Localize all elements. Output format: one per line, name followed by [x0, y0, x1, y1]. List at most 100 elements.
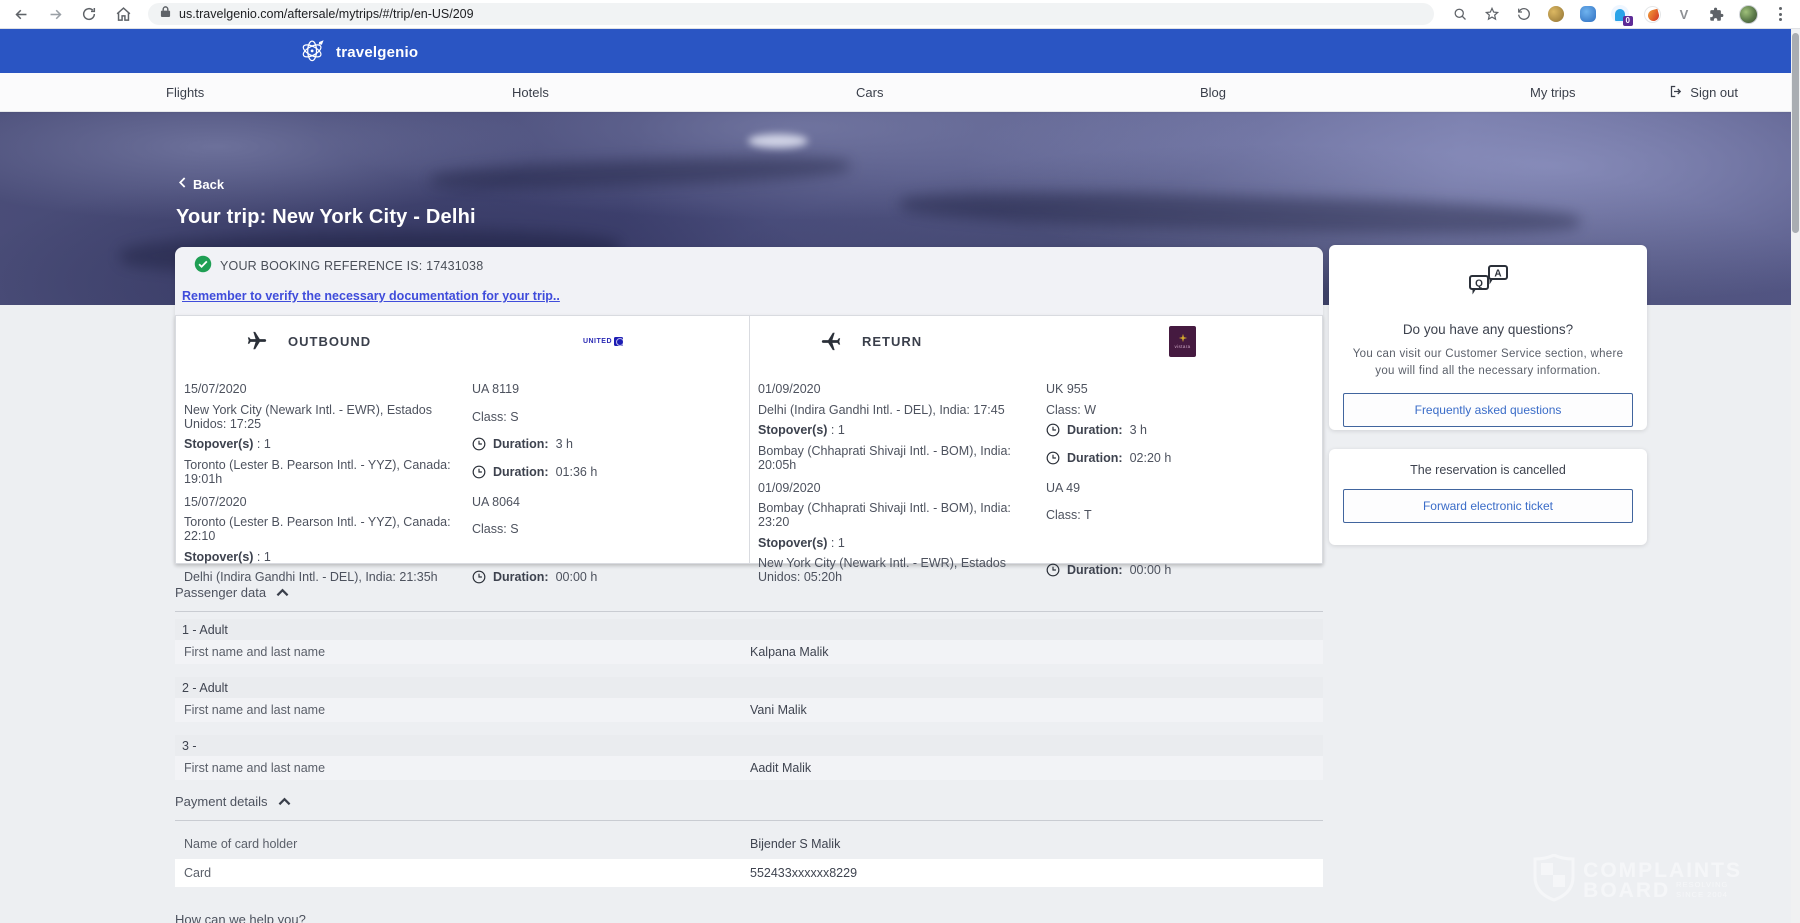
nav-flights[interactable]: Flights — [166, 73, 204, 112]
extension-ghost-icon[interactable]: 0 — [1608, 3, 1632, 25]
cabin-class: Class: S — [472, 410, 741, 424]
stopovers: Stopover(s) : 1 — [184, 550, 472, 564]
outbound-segment-1: 15/07/2020UA 8119 New York City (Newark … — [184, 382, 741, 486]
brand-name: travelgenio — [336, 44, 418, 61]
help-section: How can we help you? — [175, 912, 1323, 923]
extension-yellow-icon[interactable] — [1544, 3, 1568, 25]
back-label: Back — [193, 177, 224, 192]
duration-leg: Duration:02:20 h — [1046, 451, 1314, 465]
stopovers: Stopover(s) : 1 — [758, 423, 1046, 437]
sign-out-label: Sign out — [1690, 85, 1738, 100]
extension-rocket-icon[interactable] — [1640, 3, 1664, 25]
help-toggle[interactable]: How can we help you? — [175, 912, 1323, 923]
plane-right-icon — [246, 330, 268, 352]
sign-out-icon — [1669, 84, 1684, 102]
passenger-name-label: First name and last name — [184, 703, 750, 717]
vistara-airlines-logo: vistara — [1169, 326, 1196, 357]
history-extension-icon[interactable] — [1512, 3, 1536, 25]
card-number-row: Card 552433xxxxxx8229 — [175, 859, 1323, 887]
passenger-number: 1 - Adult — [175, 619, 1323, 640]
duration-leg: Duration:01:36 h — [472, 465, 741, 479]
scrollbar[interactable] — [1791, 29, 1800, 923]
stopovers: Stopover(s) : 1 — [184, 437, 472, 451]
browser-refresh-icon[interactable] — [76, 3, 102, 25]
extensions-puzzle-icon[interactable] — [1704, 3, 1728, 25]
https-lock-icon[interactable] — [160, 5, 171, 23]
browser-forward-icon[interactable] — [42, 3, 68, 25]
browser-home-icon[interactable] — [110, 3, 136, 25]
flight-number: UA 8119 — [472, 382, 741, 396]
passenger-name-label: First name and last name — [184, 761, 750, 775]
section-title: How can we help you? — [175, 912, 306, 923]
browser-menu-icon[interactable] — [1768, 3, 1792, 25]
zoom-icon[interactable] — [1448, 3, 1472, 25]
payment-details-toggle[interactable]: Payment details — [175, 794, 1323, 809]
card-holder-label: Name of card holder — [184, 837, 750, 851]
outbound-card: OUTBOUND UNITED 15/07/2020UA 8119 New Yo… — [175, 315, 749, 564]
check-circle-icon — [194, 255, 212, 278]
back-button[interactable]: Back — [178, 176, 224, 192]
card-number-label: Card — [184, 866, 750, 880]
qa-bubbles-icon: Q A — [1464, 292, 1512, 309]
departure-info: New York City (Newark Intl. - EWR), Esta… — [184, 403, 472, 431]
clock-icon — [1046, 423, 1060, 437]
sign-out-button[interactable]: Sign out — [1669, 73, 1738, 112]
segment-date: 15/07/2020 — [184, 382, 472, 396]
arrival-info: Delhi (Indira Gandhi Intl. - DEL), India… — [184, 570, 472, 584]
passenger-name-value: Vani Malik — [750, 703, 807, 717]
return-header: RETURN vistara — [758, 330, 1314, 352]
nav-my-trips[interactable]: My trips — [1530, 73, 1576, 112]
watermark-line1: COMPLAINTS — [1583, 861, 1742, 881]
cabin-class: Class: S — [472, 522, 741, 536]
departure-info: Toronto (Lester B. Pearson Intl. - YYZ),… — [184, 515, 472, 543]
extension-bug-icon[interactable] — [1576, 3, 1600, 25]
scrollbar-thumb[interactable] — [1792, 33, 1799, 233]
segment-date: 01/09/2020 — [758, 382, 1046, 396]
return-segment-2: 01/09/2020UA 49 Bombay (Chhaprati Shivaj… — [758, 481, 1314, 585]
forward-ticket-button[interactable]: Forward electronic ticket — [1343, 489, 1633, 523]
card-holder-value: Bijender S Malik — [750, 837, 840, 851]
united-airlines-logo: UNITED — [583, 337, 623, 346]
clock-icon — [472, 570, 486, 584]
extension-badge: 0 — [1623, 16, 1633, 26]
profile-avatar[interactable] — [1736, 3, 1760, 25]
clock-icon — [472, 437, 486, 451]
browser-back-icon[interactable] — [8, 3, 34, 25]
return-label: RETURN — [862, 334, 922, 349]
questions-panel: Q A Do you have any questions? You can v… — [1329, 245, 1647, 430]
questions-title: Do you have any questions? — [1329, 322, 1647, 337]
main-nav: Flights Hotels Cars Blog My trips Sign o… — [0, 73, 1800, 112]
url-bar[interactable]: us.travelgenio.com/aftersale/mytrips/#/t… — [148, 3, 1434, 25]
departure-info: Delhi (Indira Gandhi Intl. - DEL), India… — [758, 403, 1046, 417]
bookmark-star-icon[interactable] — [1480, 3, 1504, 25]
cabin-class: Class: T — [1046, 508, 1314, 522]
passenger-data-toggle[interactable]: Passenger data — [175, 585, 1323, 600]
nav-blog[interactable]: Blog — [1200, 73, 1226, 112]
passenger-data-section: Passenger data 1 - Adult First name and … — [175, 585, 1323, 780]
chevron-up-icon — [276, 585, 289, 600]
arrival-info: New York City (Newark Intl. - EWR), Esta… — [758, 556, 1046, 584]
segment-date: 01/09/2020 — [758, 481, 1046, 495]
passenger-name-label: First name and last name — [184, 645, 750, 659]
flight-number: UA 49 — [1046, 481, 1314, 495]
documentation-link[interactable]: Remember to verify the necessary documen… — [182, 289, 560, 303]
outbound-label: OUTBOUND — [288, 334, 371, 349]
extension-v-icon[interactable]: V — [1672, 3, 1696, 25]
clock-icon — [1046, 563, 1060, 577]
section-title: Payment details — [175, 794, 268, 809]
payment-details-section: Payment details Name of card holder Bije… — [175, 794, 1323, 887]
nav-hotels[interactable]: Hotels — [512, 73, 549, 112]
watermark-line2: BOARD — [1583, 881, 1670, 901]
travelgenio-logo[interactable]: travelgenio — [298, 35, 418, 70]
url-text: us.travelgenio.com/aftersale/mytrips/#/t… — [179, 7, 474, 21]
nav-cars[interactable]: Cars — [856, 73, 883, 112]
duration-total: Duration:3 h — [472, 437, 741, 451]
svg-text:Q: Q — [1475, 279, 1483, 290]
watermark-sub1: RESOLVING — [1676, 881, 1728, 891]
watermark-sub2: SINCE 2004 — [1676, 891, 1728, 901]
faq-button[interactable]: Frequently asked questions — [1343, 393, 1633, 427]
browser-toolbar: us.travelgenio.com/aftersale/mytrips/#/t… — [0, 0, 1800, 29]
chevron-left-icon — [178, 176, 186, 192]
section-title: Passenger data — [175, 585, 266, 600]
atom-logo-icon — [298, 35, 328, 70]
